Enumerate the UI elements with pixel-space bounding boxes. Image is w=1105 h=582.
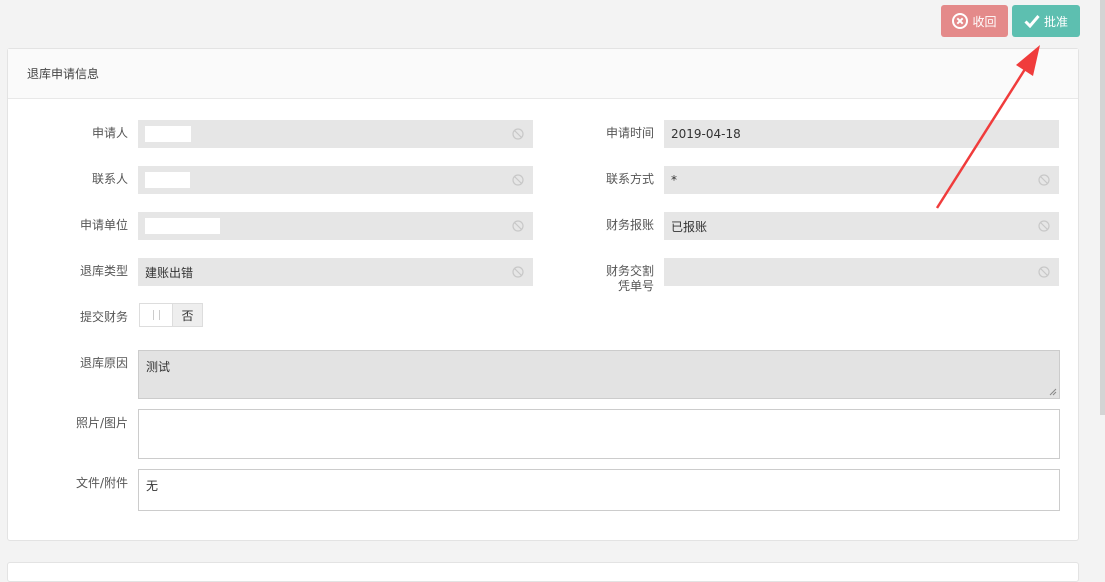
return-reason-textarea[interactable]: 测试 [138,350,1060,399]
submit-finance-label: 提交财务 [79,310,128,324]
redacted-applicant [145,126,191,142]
ban-icon [1038,266,1050,278]
withdraw-label: 收回 [972,14,997,29]
redacted-contact-person [145,172,190,188]
contact-method-field[interactable]: * [664,166,1059,194]
approve-button[interactable]: 批准 [1012,5,1080,37]
return-type-field[interactable]: 建账出错 [138,258,533,286]
finance-voucher-label-line2: 凭单号 [617,279,654,293]
photo-label: 照片/图片 [75,416,128,430]
photo-upload-box[interactable] [138,409,1060,459]
ban-icon [1038,220,1050,232]
applicant-label: 申请人 [91,126,128,140]
apply-time-label: 申请时间 [605,126,654,140]
finance-reimburse-label: 财务报账 [605,218,654,232]
return-application-panel: 退库申请信息 申请人 申请时间 2019-04-18 联系人 联系方式 * 申请… [7,48,1079,541]
finance-reimburse-field[interactable]: 已报账 [664,212,1059,240]
apply-unit-label: 申请单位 [79,218,128,232]
ban-icon [512,128,524,140]
ban-icon [512,266,524,278]
panel-title: 退库申请信息 [8,49,1078,99]
toggle-knob[interactable] [140,304,173,326]
attachment-value: 无 [146,479,159,493]
close-circle-icon [952,13,969,29]
contact-method-label: 联系方式 [605,172,654,186]
next-panel [7,562,1079,582]
check-icon [1024,15,1040,28]
toggle-state-label: 否 [173,304,202,326]
apply-time-value: 2019-04-18 [671,127,741,141]
apply-time-field[interactable]: 2019-04-18 [664,120,1059,148]
applicant-field[interactable] [138,120,533,148]
return-reason-value: 测试 [146,360,171,374]
attachment-box[interactable]: 无 [138,469,1060,511]
contact-person-field[interactable] [138,166,533,194]
scrollbar[interactable] [1100,0,1105,415]
apply-unit-field[interactable] [138,212,533,240]
return-reason-label: 退库原因 [79,356,128,370]
withdraw-button[interactable]: 收回 [941,5,1008,37]
return-type-label: 退库类型 [79,264,128,278]
attachment-label: 文件/附件 [75,476,128,490]
approve-label: 批准 [1043,14,1068,29]
redacted-apply-unit [145,218,220,234]
contact-method-value: * [671,173,677,187]
resize-handle-icon [1049,388,1057,396]
submit-finance-toggle[interactable]: 否 [139,303,203,327]
ban-icon [512,220,524,232]
finance-voucher-field[interactable] [664,258,1059,286]
finance-reimburse-value: 已报账 [671,219,708,234]
return-type-value: 建账出错 [145,265,194,280]
ban-icon [512,174,524,186]
contact-person-label: 联系人 [91,172,128,186]
finance-voucher-label: 财务交割 凭单号 [573,264,654,294]
finance-voucher-label-line1: 财务交割 [605,264,654,278]
ban-icon [1038,174,1050,186]
